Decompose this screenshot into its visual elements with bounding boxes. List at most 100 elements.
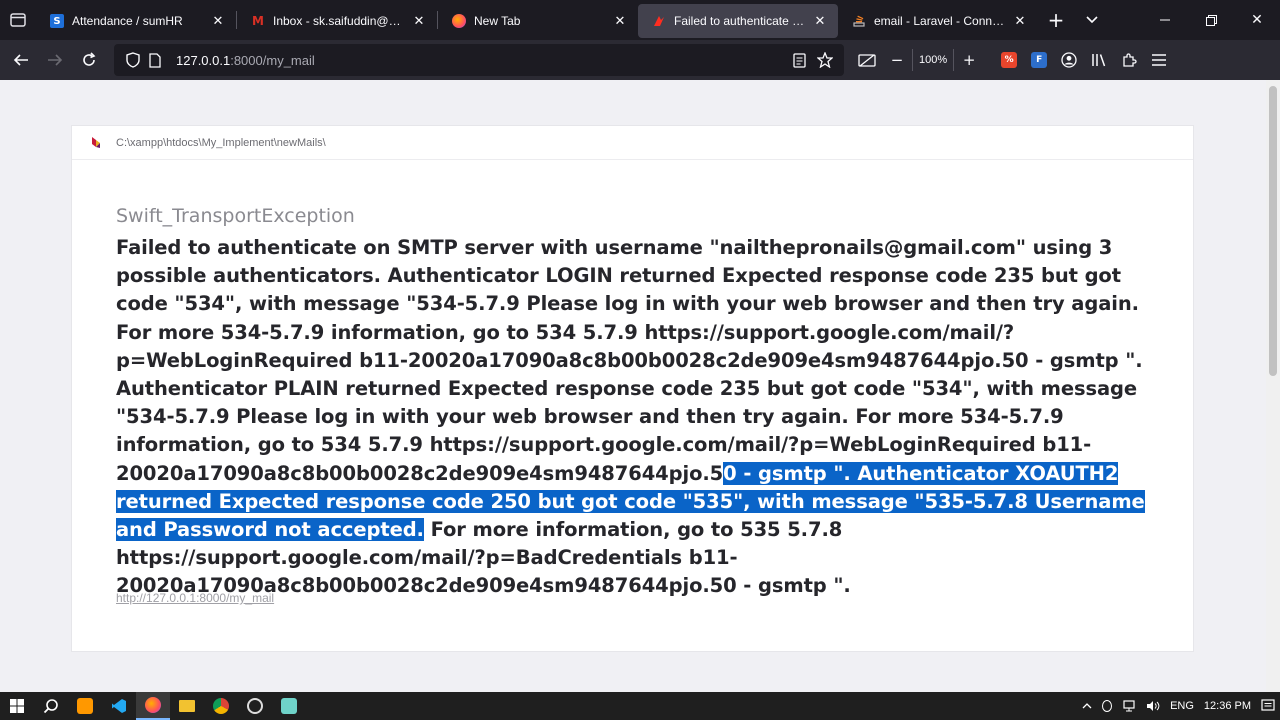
back-button[interactable] xyxy=(4,44,38,76)
screenshot-button[interactable] xyxy=(852,45,882,75)
minimize-button[interactable] xyxy=(1142,0,1188,40)
taskbar-app-vscode[interactable] xyxy=(102,692,136,720)
taskbar-app-sublime[interactable] xyxy=(68,692,102,720)
exception-header: C:\xampp\htdocs\My_Implement\newMails\ xyxy=(72,126,1193,160)
tab-inbox[interactable]: M Inbox - sk.saifuddin@brainium ✕ xyxy=(237,4,437,38)
reload-button[interactable] xyxy=(72,44,106,76)
list-all-tabs-button[interactable] xyxy=(1074,0,1110,40)
notification-icon xyxy=(1261,699,1275,711)
github-desktop-icon xyxy=(247,698,263,714)
reload-icon xyxy=(83,52,96,66)
tray-app-button[interactable] xyxy=(1097,692,1117,720)
sublime-text-icon xyxy=(77,698,93,714)
clock[interactable]: 12:36 PM xyxy=(1199,692,1256,720)
close-tab-icon[interactable]: ✕ xyxy=(812,14,828,29)
volume-button[interactable] xyxy=(1141,692,1165,720)
tab-failed-to-authenticate[interactable]: Failed to authenticate on SMTP ✕ xyxy=(638,4,838,38)
chevron-up-icon xyxy=(1082,703,1092,709)
start-button[interactable] xyxy=(0,692,34,720)
notifications-button[interactable] xyxy=(1256,692,1280,720)
taskbar-app-firefox[interactable] xyxy=(136,692,170,720)
window-controls: ✕ xyxy=(1142,0,1280,40)
library-icon xyxy=(1092,54,1106,67)
request-url-link[interactable]: http://127.0.0.1:8000/my_mail xyxy=(116,591,274,605)
tab-title: Inbox - sk.saifuddin@brainium xyxy=(273,14,405,28)
firefox-view-icon xyxy=(10,13,26,27)
minimize-icon xyxy=(1160,19,1170,21)
minus-icon: − xyxy=(890,51,904,69)
navigation-toolbar: 127.0.0.1:8000/my_mail − 100% + % F xyxy=(0,40,1280,80)
close-tab-icon[interactable]: ✕ xyxy=(210,14,226,29)
exception-message-text: Failed to authenticate on SMTP server wi… xyxy=(116,236,1143,485)
url-host: 127.0.0.1 xyxy=(176,52,231,68)
scrollbar-thumb[interactable] xyxy=(1269,86,1277,376)
extension-icon: F xyxy=(1031,52,1048,68)
speaker-icon xyxy=(1147,701,1160,711)
close-tab-icon[interactable]: ✕ xyxy=(612,14,628,29)
chrome-icon xyxy=(213,698,229,714)
vscode-icon xyxy=(112,699,126,713)
tab-attendance[interactable]: S Attendance / sumHR ✕ xyxy=(36,4,236,38)
reader-view-icon[interactable] xyxy=(788,49,810,71)
tray-app-icon xyxy=(1102,700,1113,712)
network-button[interactable] xyxy=(1117,692,1141,720)
windows-taskbar: ENG 12:36 PM xyxy=(0,692,1280,720)
tab-title: New Tab xyxy=(474,14,521,28)
firefox-icon xyxy=(145,697,161,713)
extension-button[interactable]: % xyxy=(994,45,1024,75)
taskbar-app-chrome[interactable] xyxy=(204,692,238,720)
bookmark-star-icon[interactable] xyxy=(814,49,836,71)
language-indicator[interactable]: ENG xyxy=(1165,692,1199,720)
hamburger-icon xyxy=(1152,54,1167,66)
search-icon xyxy=(43,699,58,714)
extension-button-2[interactable]: F xyxy=(1024,45,1054,75)
search-button[interactable] xyxy=(34,692,68,720)
app-menu-button[interactable] xyxy=(1144,45,1174,75)
tab-title: Failed to authenticate on SMTP xyxy=(674,14,806,28)
close-tab-icon[interactable]: ✕ xyxy=(1012,14,1028,29)
stackoverflow-favicon-icon xyxy=(852,14,866,28)
url-text[interactable]: 127.0.0.1:8000/my_mail xyxy=(176,53,788,68)
taskbar-app-github[interactable] xyxy=(238,692,272,720)
account-icon xyxy=(1061,52,1077,68)
tab-strip: S Attendance / sumHR ✕ M Inbox - sk.saif… xyxy=(0,0,1280,40)
tab-title: Attendance / sumHR xyxy=(72,14,183,28)
vertical-scrollbar[interactable] xyxy=(1266,80,1280,692)
close-window-button[interactable]: ✕ xyxy=(1234,0,1280,40)
folder-icon xyxy=(179,700,195,712)
close-tab-icon[interactable]: ✕ xyxy=(411,14,427,29)
ignition-logo-icon xyxy=(90,135,102,151)
tab-email-laravel[interactable]: email - Laravel - Connection ✕ xyxy=(838,4,1038,38)
restore-button[interactable] xyxy=(1188,0,1234,40)
windows-logo-icon xyxy=(10,699,24,713)
tab-new-tab[interactable]: New Tab ✕ xyxy=(438,4,638,38)
forward-button[interactable] xyxy=(38,44,72,76)
show-hidden-icons-button[interactable] xyxy=(1077,692,1097,720)
arrow-right-icon xyxy=(48,54,63,66)
system-tray: ENG 12:36 PM xyxy=(1077,692,1280,720)
firefox-view-button[interactable] xyxy=(0,0,36,40)
application-path: C:\xampp\htdocs\My_Implement\newMails\ xyxy=(116,136,326,149)
notes-icon xyxy=(281,698,297,714)
toolbar-right: − 100% + % F xyxy=(852,45,1174,75)
tab-title: email - Laravel - Connection xyxy=(874,14,1006,28)
new-tab-button[interactable]: + xyxy=(1038,0,1074,40)
extensions-button[interactable] xyxy=(1114,45,1144,75)
zoom-in-button[interactable]: + xyxy=(954,45,984,75)
sumhr-favicon-icon: S xyxy=(50,14,64,28)
screenshot-icon xyxy=(858,54,876,67)
network-icon xyxy=(1123,700,1135,712)
address-bar[interactable]: 127.0.0.1:8000/my_mail xyxy=(114,44,844,76)
page-info-icon[interactable] xyxy=(144,49,166,71)
tracking-protection-icon[interactable] xyxy=(122,49,144,71)
restore-icon xyxy=(1205,14,1217,26)
taskbar-app-notes[interactable] xyxy=(272,692,306,720)
laravel-favicon-icon xyxy=(652,14,666,28)
library-button[interactable] xyxy=(1084,45,1114,75)
firefox-favicon-icon xyxy=(452,14,466,28)
zoom-level[interactable]: 100% xyxy=(912,49,955,71)
arrow-left-icon xyxy=(13,54,28,66)
taskbar-app-explorer[interactable] xyxy=(170,692,204,720)
zoom-out-button[interactable]: − xyxy=(882,45,912,75)
account-button[interactable] xyxy=(1054,45,1084,75)
